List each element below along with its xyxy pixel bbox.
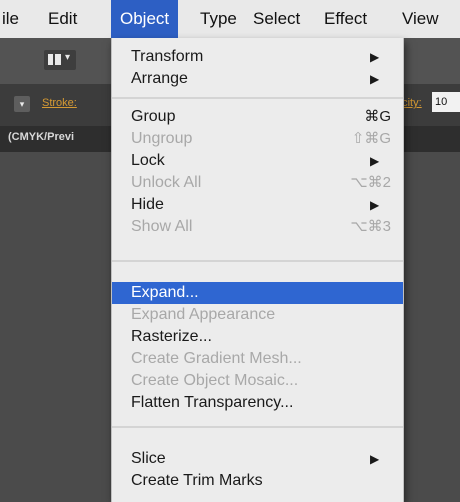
document-tab[interactable]: (CMYK/Previ xyxy=(8,131,74,143)
menu-item-slice[interactable]: Slice ▶ xyxy=(112,448,403,470)
submenu-arrow-icon: ▶ xyxy=(370,452,380,466)
menu-item-label: Transform xyxy=(131,48,204,65)
menu-item-label: Slice xyxy=(131,450,166,467)
menu-separator xyxy=(112,260,403,262)
submenu-arrow-icon: ▶ xyxy=(370,72,380,86)
menu-separator xyxy=(112,97,403,99)
menu-edit[interactable]: Edit xyxy=(48,0,77,38)
menu-shortcut: ⌥⌘3 xyxy=(350,218,391,235)
layout-grid-icon xyxy=(48,54,61,65)
menu-item-unlock-all[interactable]: Unlock All ⌥⌘2 xyxy=(112,172,403,194)
menu-item-label: Unlock All xyxy=(131,174,202,191)
object-menu-dropdown: Transform ▶ Arrange ▶ Group ⌘G Ungroup ⇧… xyxy=(111,38,404,502)
menu-item-label: Show All xyxy=(131,218,193,235)
submenu-arrow-icon: ▶ xyxy=(370,198,380,212)
menu-shortcut: ⌥⌘2 xyxy=(350,174,391,191)
menu-item-label: Create Trim Marks xyxy=(131,472,263,489)
menu-item-flatten-transparency[interactable]: Flatten Transparency... xyxy=(112,392,403,414)
fill-dropdown[interactable]: ▾ xyxy=(14,96,30,112)
menu-item-label: Expand Appearance xyxy=(131,306,276,323)
menu-shortcut: ⇧⌘G xyxy=(351,130,391,147)
menu-item-ungroup[interactable]: Ungroup ⇧⌘G xyxy=(112,128,403,150)
menu-item-arrange[interactable]: Arrange ▶ xyxy=(112,68,403,90)
menu-item-label: Rasterize... xyxy=(131,328,212,345)
menu-separator xyxy=(112,426,403,428)
menu-type[interactable]: Type xyxy=(200,0,237,38)
menu-view[interactable]: View xyxy=(402,0,439,38)
menu-item-label: Create Object Mosaic... xyxy=(131,372,299,389)
menu-file[interactable]: ile xyxy=(2,0,19,38)
workspace-layout-button[interactable]: ▾ xyxy=(44,50,76,70)
menu-item-label: Hide xyxy=(131,196,164,213)
menu-select[interactable]: Select xyxy=(253,0,300,38)
submenu-arrow-icon: ▶ xyxy=(370,154,380,168)
menu-item-lock[interactable]: Lock ▶ xyxy=(112,150,403,172)
menu-item-label: Arrange xyxy=(131,70,188,87)
menu-item-expand[interactable]: Expand... xyxy=(112,282,403,304)
menu-item-create-gradient-mesh[interactable]: Create Gradient Mesh... xyxy=(112,348,403,370)
menu-shortcut: ⌘G xyxy=(364,108,391,125)
menu-item-label: Ungroup xyxy=(131,130,193,147)
menu-item-transform[interactable]: Transform ▶ xyxy=(112,46,403,68)
menu-item-label: Create Gradient Mesh... xyxy=(131,350,302,367)
menu-effect[interactable]: Effect xyxy=(324,0,367,38)
menu-item-label: Flatten Transparency... xyxy=(131,394,294,411)
menu-item-create-trim-marks[interactable]: Create Trim Marks xyxy=(112,470,403,492)
chevron-down-icon: ▾ xyxy=(65,52,71,63)
menu-item-group[interactable]: Group ⌘G xyxy=(112,106,403,128)
menu-item-label: Lock xyxy=(131,152,165,169)
menu-item-label: Group xyxy=(131,108,176,125)
stroke-label[interactable]: Stroke: xyxy=(42,97,77,109)
menu-object[interactable]: Object xyxy=(111,0,179,38)
opacity-field[interactable]: 10 xyxy=(432,92,460,112)
menu-item-create-object-mosaic[interactable]: Create Object Mosaic... xyxy=(112,370,403,392)
menu-item-show-all[interactable]: Show All ⌥⌘3 xyxy=(112,216,403,238)
menu-item-label: Expand... xyxy=(131,284,199,301)
menu-item-hide[interactable]: Hide ▶ xyxy=(112,194,403,216)
submenu-arrow-icon: ▶ xyxy=(370,50,380,64)
menu-bar: ile Edit Object Type Select Effect View xyxy=(0,0,460,39)
menu-item-rasterize[interactable]: Rasterize... xyxy=(112,326,403,348)
menu-item-expand-appearance[interactable]: Expand Appearance xyxy=(112,304,403,326)
